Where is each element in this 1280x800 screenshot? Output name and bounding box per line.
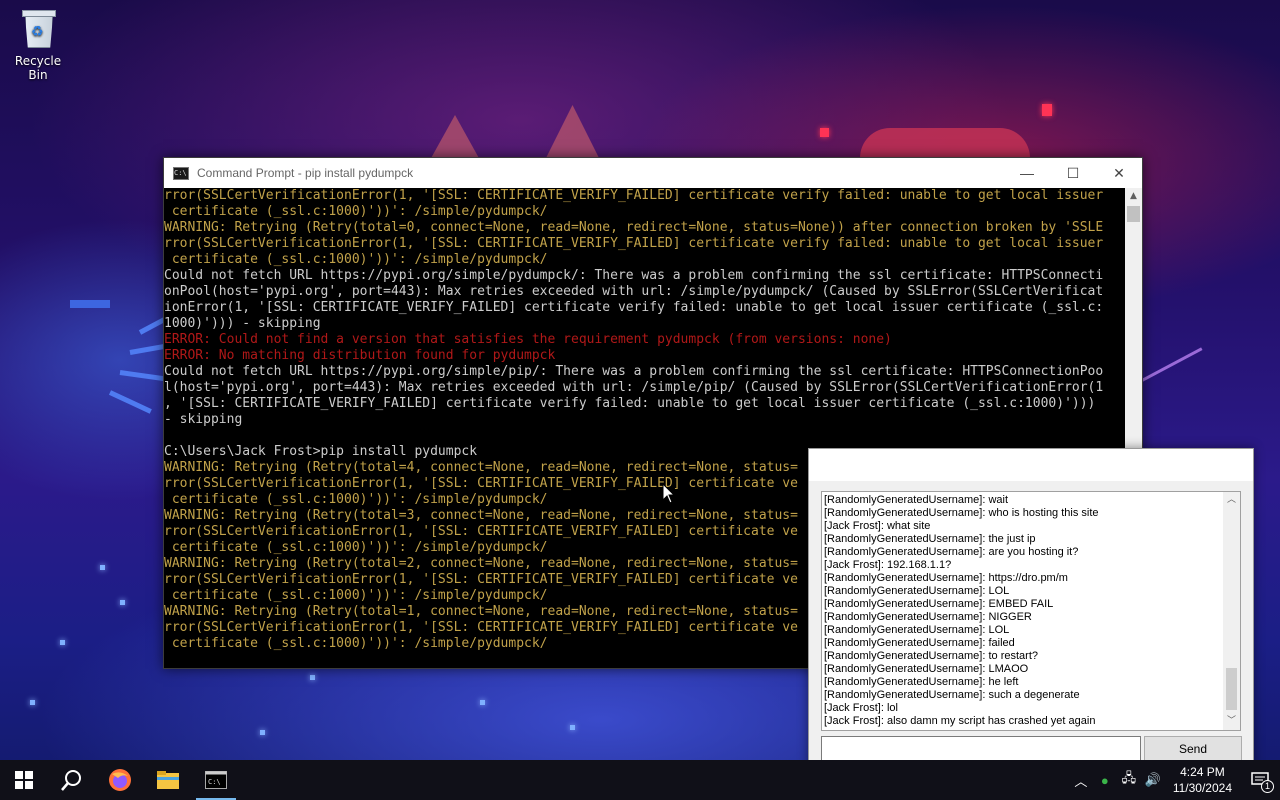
chat-message: [RandomlyGeneratedUsername]: LMAOO [824, 663, 1029, 675]
chat-scroll-thumb[interactable] [1226, 668, 1237, 710]
chat-message: [RandomlyGeneratedUsername]: such a dege… [824, 689, 1080, 701]
file-explorer-icon[interactable] [144, 760, 192, 800]
terminal-line: ERROR: Could not find a version that sat… [164, 332, 892, 347]
clock[interactable]: 4:24 PM 11/30/2024 [1173, 764, 1232, 796]
close-button[interactable]: ✕ [1096, 158, 1142, 188]
chevron-up-icon[interactable]: ︿ [1223, 492, 1240, 509]
chat-message: [Jack Frost]: lol [824, 702, 898, 714]
chat-message: [RandomlyGeneratedUsername]: are you hos… [824, 546, 1079, 558]
chat-message: [Jack Frost]: 192.168.1.1? [824, 559, 952, 571]
network-icon[interactable]: 🖧 [1117, 760, 1141, 800]
command-prompt-icon: C:\ [173, 166, 189, 180]
terminal-line: 1000)'))) - skipping [164, 316, 321, 331]
windows-start-icon[interactable] [0, 760, 48, 800]
chat-log[interactable]: [RandomlyGeneratedUsername]: wait [Random… [821, 491, 1241, 731]
chat-window[interactable]: [RandomlyGeneratedUsername]: wait [Random… [808, 448, 1254, 768]
chat-message: [Jack Frost]: also damn my script has cr… [824, 715, 1096, 727]
minimize-button[interactable]: — [1004, 158, 1050, 188]
send-button[interactable]: Send [1144, 736, 1242, 761]
chat-message-input[interactable] [821, 736, 1141, 761]
svg-text:C:\: C:\ [208, 778, 221, 786]
maximize-button[interactable]: ☐ [1050, 158, 1096, 188]
taskbar: C:\ ︿ ● 🖧 🔊 4:24 PM 11/30/2024 1 [0, 760, 1280, 800]
chat-message: [RandomlyGeneratedUsername]: NIGGER [824, 611, 1032, 623]
chat-message: [RandomlyGeneratedUsername]: EMBED FAIL [824, 598, 1054, 610]
terminal-line: certificate (_ssl.c:1000)'))': /simple/p… [164, 204, 548, 219]
recycle-bin-label: Recycle Bin [14, 54, 62, 82]
command-prompt-taskbar-icon[interactable]: C:\ [192, 760, 240, 800]
chat-scrollbar[interactable]: ︿ ﹀ [1223, 492, 1240, 730]
terminal-line: WARNING: Retrying (Retry(total=0, connec… [164, 220, 1104, 235]
chat-message: [Jack Frost]: what site [824, 520, 931, 532]
chat-title-bar[interactable] [809, 449, 1253, 481]
scroll-up-arrow-icon[interactable]: ▲ [1125, 188, 1142, 205]
volume-icon[interactable]: 🔊 [1141, 760, 1165, 800]
scroll-thumb[interactable] [1127, 206, 1140, 222]
notification-count: 1 [1260, 780, 1274, 793]
recycle-bin-icon: ♻ [20, 8, 56, 48]
clock-date: 11/30/2024 [1172, 781, 1232, 795]
terminal-line: ionError(1, '[SSL: CERTIFICATE_VERIFY_FA… [164, 300, 1104, 315]
chevron-up-icon[interactable]: ︿ [1069, 760, 1093, 800]
terminal-line: rror(SSLCertVerificationError(1, '[SSL: … [164, 236, 1104, 251]
chat-messages: [RandomlyGeneratedUsername]: wait [Random… [824, 494, 1219, 728]
terminal-line: ERROR: No matching distribution found fo… [164, 348, 556, 363]
cmd-window-title: Command Prompt - pip install pydumpck [197, 166, 414, 180]
chat-message: [RandomlyGeneratedUsername]: wait [824, 494, 1009, 506]
terminal-line: - skipping [164, 412, 243, 427]
recycle-bin[interactable]: ♻ Recycle Bin [6, 8, 70, 82]
cmd-title-bar[interactable]: C:\ Command Prompt - pip install pydumpc… [164, 158, 1142, 188]
chevron-down-icon[interactable]: ﹀ [1223, 713, 1240, 730]
chat-message: [RandomlyGeneratedUsername]: failed [824, 637, 1015, 649]
terminal-line: , '[SSL: CERTIFICATE_VERIFY_FAILED] cert… [164, 396, 1096, 411]
terminal-line: Could not fetch URL https://pypi.org/sim… [164, 268, 1104, 283]
terminal-line: Could not fetch URL https://pypi.org/sim… [164, 364, 1104, 379]
search-icon[interactable] [48, 760, 96, 800]
terminal-line: certificate (_ssl.c:1000)'))': /simple/p… [164, 252, 548, 267]
chat-message: [RandomlyGeneratedUsername]: https://dro… [824, 572, 1068, 584]
system-tray: ︿ ● 🖧 🔊 4:24 PM 11/30/2024 1 [1069, 760, 1280, 800]
clock-time: 4:24 PM [1180, 765, 1225, 779]
terminal-line: l(host='pypi.org', port=443): Max retrie… [164, 380, 1104, 395]
firefox-icon[interactable] [96, 760, 144, 800]
terminal-line: onPool(host='pypi.org', port=443): Max r… [164, 284, 1104, 299]
user-status-icon[interactable]: ● [1093, 760, 1117, 800]
chat-message: [RandomlyGeneratedUsername]: to restart? [824, 650, 1038, 662]
chat-message: [RandomlyGeneratedUsername]: LOL [824, 624, 1010, 636]
chat-message: [RandomlyGeneratedUsername]: who is host… [824, 507, 1099, 519]
chat-message: [RandomlyGeneratedUsername]: he left [824, 676, 1019, 688]
notification-icon[interactable]: 1 [1240, 760, 1280, 800]
chat-message: [RandomlyGeneratedUsername]: LOL [824, 585, 1010, 597]
terminal-line: rror(SSLCertVerificationError(1, '[SSL: … [164, 188, 1104, 203]
chat-message: [RandomlyGeneratedUsername]: the just ip [824, 533, 1036, 545]
